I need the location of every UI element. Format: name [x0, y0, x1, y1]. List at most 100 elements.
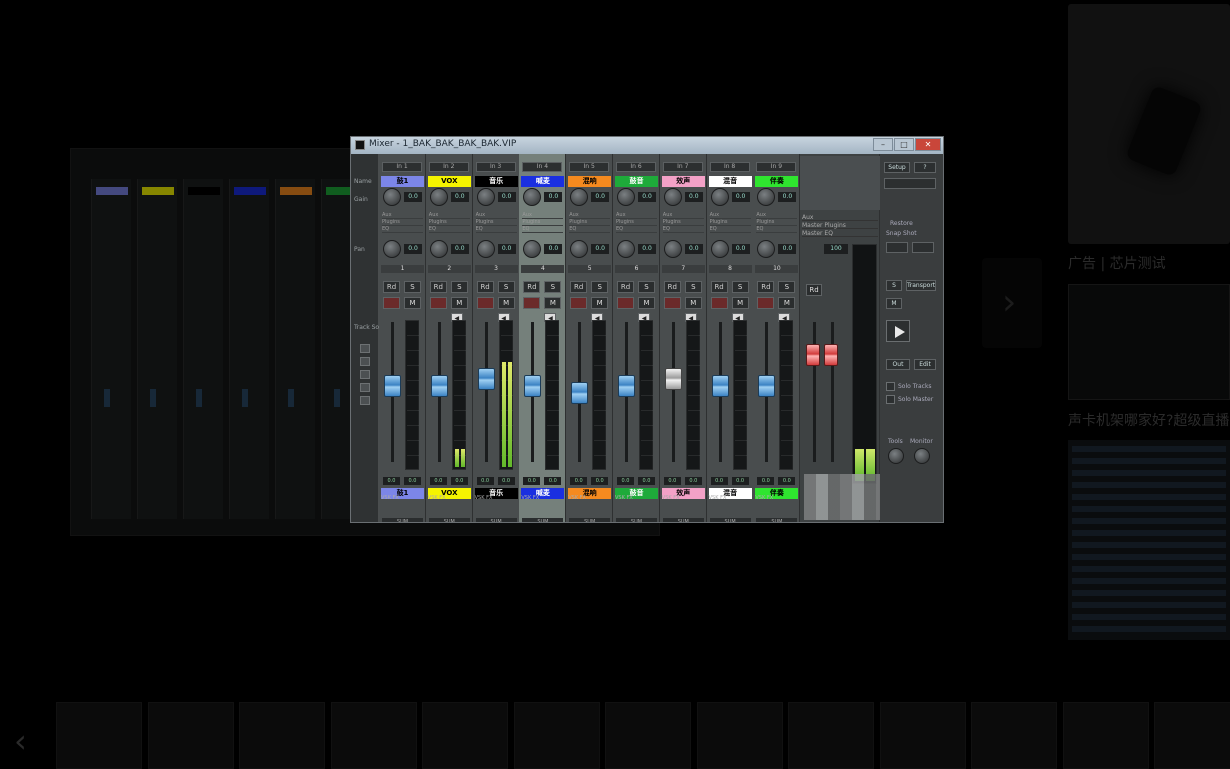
solo-button[interactable]: S	[638, 281, 655, 293]
record-arm-button[interactable]	[383, 297, 400, 309]
record-arm-button[interactable]	[570, 297, 588, 309]
pan-knob[interactable]	[710, 240, 729, 258]
gain-knob[interactable]	[663, 188, 682, 206]
pan-knob[interactable]	[570, 240, 589, 258]
output-select[interactable]: SUM	[756, 518, 798, 522]
gain-knob[interactable]	[476, 188, 495, 206]
fx-label[interactable]: FX	[580, 495, 586, 501]
gain-knob[interactable]	[710, 188, 729, 206]
panel-solo-button[interactable]: S	[886, 280, 902, 291]
plugins-label[interactable]: Plugins	[428, 219, 470, 226]
channel-name-top[interactable]: VOX	[427, 176, 471, 187]
minimize-button[interactable]: –	[873, 138, 893, 151]
plugins-label[interactable]: Plugins	[662, 219, 704, 226]
snapshot-button-2[interactable]	[912, 242, 934, 253]
plugins-label[interactable]: Plugins	[382, 219, 423, 226]
record-button[interactable]: Rd	[663, 281, 681, 293]
record-arm-button[interactable]	[663, 297, 681, 309]
record-button[interactable]: Rd	[570, 281, 588, 293]
transport-button[interactable]: Transport	[906, 280, 936, 291]
channel-name-top[interactable]: 喊麦	[521, 176, 565, 187]
related-thumbnail-2[interactable]	[1068, 284, 1230, 400]
filmstrip-thumbnail[interactable]	[971, 702, 1057, 769]
filmstrip-thumbnail[interactable]	[147, 702, 234, 769]
mute-button[interactable]: M	[778, 297, 796, 309]
vsk-label[interactable]: VSK	[755, 495, 765, 501]
solo-button[interactable]: S	[731, 281, 749, 293]
mute-button[interactable]: M	[544, 297, 562, 309]
channel-name-top[interactable]: 音乐	[474, 176, 518, 187]
channel-fader[interactable]	[664, 367, 682, 390]
vsk-label[interactable]: VSK	[662, 495, 672, 501]
fx-label[interactable]: FX	[392, 495, 398, 501]
channel-name-top[interactable]: 效声	[661, 176, 705, 187]
record-arm-button[interactable]	[710, 297, 728, 309]
record-arm-button[interactable]	[757, 297, 775, 309]
solo-button[interactable]: S	[404, 281, 421, 293]
master-eq-label[interactable]: Master EQ	[802, 230, 878, 237]
filmstrip-thumbnail[interactable]	[605, 702, 691, 769]
filmstrip-thumbnail[interactable]	[239, 702, 325, 769]
filmstrip-thumbnail[interactable]	[513, 702, 600, 769]
filmstrip-thumbnail[interactable]	[56, 702, 142, 769]
vsk-label[interactable]: VSK	[428, 495, 438, 501]
fx-label[interactable]: FX	[673, 495, 679, 501]
gain-knob[interactable]	[617, 188, 635, 206]
output-select[interactable]: SUM	[569, 518, 611, 522]
eq-label[interactable]: EQ	[475, 226, 517, 233]
master-fader-right[interactable]	[824, 344, 838, 366]
fx-label[interactable]: FX	[720, 495, 726, 501]
mute-button[interactable]: M	[450, 297, 468, 309]
eq-label[interactable]: EQ	[709, 226, 751, 233]
eq-label[interactable]: EQ	[662, 226, 704, 233]
record-button[interactable]: Rd	[523, 281, 541, 293]
mute-button[interactable]: M	[497, 297, 515, 309]
channel-name-top[interactable]: 混响	[568, 176, 612, 187]
fx-label[interactable]: FX	[486, 495, 492, 501]
input-select[interactable]: In 2	[428, 162, 469, 172]
mute-button[interactable]: M	[684, 297, 702, 309]
channel-fader[interactable]	[758, 374, 776, 397]
input-select[interactable]: In 9	[756, 162, 797, 172]
input-select[interactable]: In 3	[475, 162, 516, 172]
eq-label[interactable]: EQ	[382, 226, 423, 233]
fx-label[interactable]: FX	[439, 495, 445, 501]
related-thumbnail-1[interactable]	[1068, 4, 1230, 244]
channel-fader[interactable]	[618, 374, 635, 397]
related-caption-1[interactable]: 广告 | 芯片测试	[1068, 253, 1166, 273]
snapshot-button-1[interactable]	[886, 242, 908, 253]
close-button[interactable]: ✕	[915, 138, 941, 151]
channel-fader[interactable]	[571, 382, 589, 404]
filmstrip-thumbnail[interactable]	[422, 702, 508, 769]
channel-fader[interactable]	[477, 367, 495, 390]
input-select[interactable]: In 4	[522, 162, 563, 172]
filmstrip-thumbnail[interactable]	[696, 702, 783, 769]
record-arm-button[interactable]	[523, 297, 541, 309]
chevron-left-icon[interactable]: ‹	[14, 722, 27, 760]
solo-button[interactable]: S	[591, 281, 609, 293]
plugins-label[interactable]: Plugins	[756, 219, 798, 226]
eq-label[interactable]: EQ	[522, 226, 564, 233]
fx-label[interactable]: FX	[767, 495, 773, 501]
output-select[interactable]: SUM	[428, 518, 470, 522]
input-select[interactable]: In 8	[709, 162, 750, 172]
pan-knob[interactable]	[617, 240, 635, 258]
filmstrip-thumbnail[interactable]	[1154, 702, 1230, 769]
filmstrip-thumbnail[interactable]	[330, 702, 417, 769]
record-arm-button[interactable]	[476, 297, 494, 309]
pan-knob[interactable]	[663, 240, 682, 258]
output-select[interactable]: SUM	[382, 518, 423, 522]
solo-button[interactable]: S	[778, 281, 796, 293]
vsk-label[interactable]: VSK	[521, 495, 531, 501]
left-panel-button[interactable]	[360, 396, 370, 405]
out-button[interactable]: Out	[886, 359, 910, 370]
fx-label[interactable]: FX	[533, 495, 539, 501]
setup-button[interactable]: Setup	[884, 162, 910, 173]
channel-fader[interactable]	[430, 374, 448, 397]
record-button[interactable]: Rd	[476, 281, 494, 293]
tools-knob[interactable]	[888, 448, 904, 464]
vsk-label[interactable]: VSK	[568, 495, 578, 501]
output-select[interactable]: SUM	[616, 518, 657, 522]
monitor-knob[interactable]	[914, 448, 930, 464]
plugins-label[interactable]: Plugins	[616, 219, 657, 226]
